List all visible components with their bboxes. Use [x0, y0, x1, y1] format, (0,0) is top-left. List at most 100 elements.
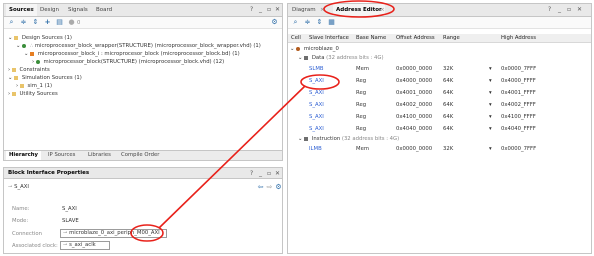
col-high-address[interactable]: High Address — [501, 34, 536, 43]
tab-hierarchy[interactable]: Hierarchy — [6, 151, 42, 160]
range-dropdown-icon[interactable]: ▾ — [489, 125, 492, 134]
range-select[interactable]: 32K — [443, 145, 453, 154]
tree-item-constraints[interactable]: › Constraints — [8, 66, 50, 74]
collapse-all-icon[interactable]: ≑ — [303, 18, 312, 27]
add-sources-icon[interactable]: + — [43, 18, 52, 27]
range-select[interactable]: 32K — [443, 65, 453, 74]
expand-all-icon[interactable]: ⇕ — [31, 18, 40, 27]
chevron-down-icon[interactable]: ⌄ — [298, 55, 302, 61]
tab-address-editor[interactable]: Address Editor — [333, 4, 385, 16]
slave-interface-cell[interactable]: SLMB — [309, 65, 324, 74]
collapse-all-icon[interactable]: ≑ — [19, 18, 28, 27]
tab-signals[interactable]: Signals — [68, 4, 88, 16]
properties-object: ⊸ S_AXI — [8, 182, 29, 192]
tab-address-editor-close-icon[interactable]: × — [380, 4, 385, 16]
range-dropdown-icon[interactable]: ▾ — [489, 101, 492, 110]
tab-libraries[interactable]: Libraries — [88, 151, 111, 160]
minimize-icon[interactable]: _ — [558, 5, 561, 15]
tab-ip-sources[interactable]: IP Sources — [48, 151, 75, 160]
col-offset-address[interactable]: Offset Address — [396, 34, 435, 43]
tree-item-design-sources[interactable]: ⌄ Design Sources (1) — [8, 34, 72, 42]
range-dropdown-icon[interactable]: ▾ — [489, 145, 492, 154]
chevron-down-icon[interactable]: ⌄ — [24, 51, 28, 57]
offset-address-cell[interactable]: 0x4001_0000 — [396, 89, 432, 98]
range-select[interactable]: 64K — [443, 77, 453, 86]
col-base-name[interactable]: Base Name — [356, 34, 386, 43]
restore-icon[interactable]: ▫ — [567, 5, 571, 15]
tree-item-wrapper[interactable]: ⌄ ∴ microprocessor_block_wrapper(STRUCTU… — [16, 42, 261, 50]
chevron-right-icon[interactable]: › — [8, 91, 10, 97]
tree-item-sim-1[interactable]: › sim_1 (1) — [16, 82, 52, 90]
chevron-down-icon[interactable]: ⌄ — [8, 75, 12, 81]
range-select[interactable]: 64K — [443, 125, 453, 134]
search-icon[interactable]: ⌕ — [7, 18, 16, 27]
col-cell[interactable]: Cell — [291, 34, 301, 43]
back-icon[interactable]: ⇦ — [256, 183, 265, 192]
chevron-down-icon[interactable]: ⌄ — [290, 46, 294, 52]
offset-address-cell[interactable]: 0x0000_0000 — [396, 65, 432, 74]
search-icon[interactable]: ⌕ — [291, 18, 300, 27]
expand-all-icon[interactable]: ⇕ — [315, 18, 324, 27]
range-select[interactable]: 64K — [443, 113, 453, 122]
close-icon[interactable]: ✕ — [275, 169, 280, 178]
sources-pane: Sources × Design Signals Board ? _ ▫ ✕ ⌕… — [3, 3, 283, 161]
help-icon[interactable]: ? — [250, 5, 253, 15]
chevron-down-icon[interactable]: ⌄ — [8, 35, 12, 41]
tree-item-simulation-sources[interactable]: ⌄ Simulation Sources (1) — [8, 74, 82, 82]
tab-close-icon[interactable]: × — [30, 4, 35, 16]
forward-icon[interactable]: ⇨ — [265, 183, 274, 192]
range-select[interactable]: 64K — [443, 89, 453, 98]
chevron-down-icon[interactable]: ⌄ — [16, 43, 20, 49]
slave-interface-cell[interactable]: S_AXI — [309, 101, 324, 110]
range-select[interactable]: 64K — [443, 101, 453, 110]
tree-item-block-design[interactable]: ⌄ microprocessor_block_i : microprocesor… — [24, 50, 240, 58]
group-instruction[interactable]: ⌄ Instruction (32 address bits : 4G) — [298, 135, 399, 143]
gear-icon[interactable]: ⚙ — [270, 18, 279, 27]
tab-design[interactable]: Design — [40, 4, 59, 16]
gear-icon[interactable]: ⚙ — [274, 183, 282, 192]
properties-icon[interactable]: ▤ — [55, 18, 64, 27]
slave-interface-cell[interactable]: S_AXI — [309, 89, 324, 98]
offset-address-cell[interactable]: 0x4100_0000 — [396, 113, 432, 122]
help-icon[interactable]: ? — [250, 169, 253, 178]
group-data[interactable]: ⌄ Data (32 address bits : 4G) — [298, 54, 384, 62]
range-dropdown-icon[interactable]: ▾ — [489, 113, 492, 122]
slave-interface-cell[interactable]: S_AXI — [309, 77, 324, 86]
tree-item-microblaze[interactable]: ⌄ microblaze_0 — [290, 45, 339, 53]
associated-clock-field[interactable]: ⊸ s_axi_aclk — [60, 241, 110, 250]
minimize-icon[interactable]: _ — [259, 169, 262, 178]
tree-item-block-vhd[interactable]: › microprocessor_block(STRUCTURE) (micro… — [32, 58, 224, 66]
close-icon[interactable]: ✕ — [275, 5, 280, 15]
tab-diagram-close-icon[interactable]: × — [320, 4, 325, 16]
tab-board[interactable]: Board — [96, 4, 112, 16]
help-icon[interactable]: ? — [548, 5, 551, 15]
col-range[interactable]: Range — [443, 34, 460, 43]
properties-pane: Block Interface Properties ? _ ▫ ✕ ⊸ S_A… — [3, 167, 283, 254]
clock-pin-icon: ⊸ — [63, 242, 68, 248]
minimize-icon[interactable]: _ — [259, 5, 262, 15]
offset-address-cell[interactable]: 0x4000_0000 — [396, 77, 432, 86]
chevron-right-icon[interactable]: › — [8, 67, 10, 73]
offset-address-cell[interactable]: 0x4002_0000 — [396, 101, 432, 110]
restore-icon[interactable]: ▫ — [267, 169, 271, 178]
chevron-right-icon[interactable]: › — [32, 59, 34, 65]
chevron-right-icon[interactable]: › — [16, 83, 18, 89]
auto-assign-icon[interactable]: ▦ — [327, 18, 336, 27]
tab-compile-order[interactable]: Compile Order — [121, 151, 159, 160]
range-dropdown-icon[interactable]: ▾ — [489, 89, 492, 98]
offset-address-cell[interactable]: 0x0000_0000 — [396, 145, 432, 154]
range-dropdown-icon[interactable]: ▾ — [489, 65, 492, 74]
restore-icon[interactable]: ▫ — [267, 5, 271, 15]
offset-address-cell[interactable]: 0x4040_0000 — [396, 125, 432, 134]
chevron-down-icon[interactable]: ⌄ — [298, 136, 302, 142]
slave-interface-cell[interactable]: S_AXI — [309, 125, 324, 134]
tab-diagram[interactable]: Diagram — [292, 4, 316, 16]
slave-interface-cell[interactable]: ILMB — [309, 145, 322, 154]
slave-interface-cell[interactable]: S_AXI — [309, 113, 324, 122]
range-dropdown-icon[interactable]: ▾ — [489, 77, 492, 86]
col-slave-interface[interactable]: Slave Interface — [309, 34, 349, 43]
close-icon[interactable]: ✕ — [577, 5, 582, 15]
connection-field[interactable]: ⊸ microblaze_0_axi_periph_M00_AXI — [60, 229, 167, 238]
warning-badge-icon: ● — [68, 18, 75, 26]
tree-item-utility-sources[interactable]: › Utility Sources — [8, 90, 58, 98]
